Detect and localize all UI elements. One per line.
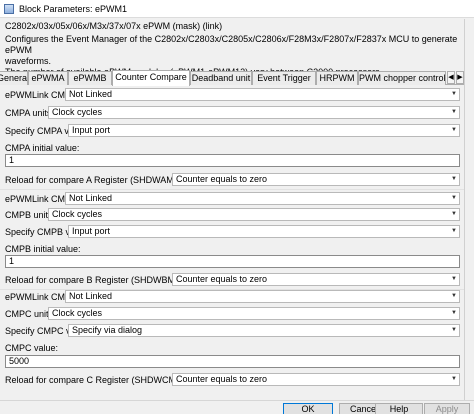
tab-epwmb[interactable]: ePWMB bbox=[68, 71, 112, 85]
tab-pwm-chopper-control[interactable]: PWM chopper control bbox=[358, 71, 446, 85]
tab-label: General bbox=[0, 73, 28, 83]
specify-cmpb-value: Input port bbox=[72, 226, 111, 236]
apply-button[interactable]: Apply bbox=[424, 403, 470, 414]
ok-button[interactable]: OK bbox=[283, 403, 333, 414]
reload-a-dropdown[interactable]: Counter equals to zero ▼ bbox=[172, 173, 460, 186]
cmpc-value-input[interactable]: 5000 bbox=[5, 355, 460, 368]
block-description: C2802x/03x/05x/06x/M3x/37x/07x ePWM (mas… bbox=[0, 19, 464, 77]
reload-c-dropdown[interactable]: Counter equals to zero ▼ bbox=[172, 373, 460, 386]
tab-event-trigger[interactable]: Event Trigger bbox=[252, 71, 316, 85]
specify-cmpc-dropdown[interactable]: Specify via dialog ▼ bbox=[68, 324, 460, 337]
tab-general[interactable]: General bbox=[0, 71, 28, 85]
chevron-down-icon: ▼ bbox=[451, 327, 457, 333]
cmpa-initial-label: CMPA initial value: bbox=[5, 143, 80, 153]
description-line-1: Configures the Event Manager of the C280… bbox=[5, 34, 458, 55]
chevron-down-icon: ▼ bbox=[451, 376, 457, 382]
cmpa-units-dropdown[interactable]: Clock cycles ▼ bbox=[48, 106, 460, 119]
chevron-down-icon: ▼ bbox=[451, 293, 457, 299]
help-button[interactable]: Help bbox=[375, 403, 423, 414]
reload-b-dropdown[interactable]: Counter equals to zero ▼ bbox=[172, 273, 460, 286]
reload-b-value: Counter equals to zero bbox=[176, 274, 268, 284]
reload-a-label: Reload for compare A Register (SHDWAMODE… bbox=[5, 175, 199, 185]
chevron-down-icon: ▼ bbox=[451, 109, 457, 115]
cmpc-units-value: Clock cycles bbox=[52, 308, 103, 318]
tab-epwma[interactable]: ePWMA bbox=[28, 71, 68, 85]
cmpc-units-dropdown[interactable]: Clock cycles ▼ bbox=[48, 307, 460, 320]
link-cmpc-value: Not Linked bbox=[69, 291, 113, 301]
chevron-down-icon: ▼ bbox=[451, 195, 457, 201]
tab-deadband-unit[interactable]: Deadband unit bbox=[190, 71, 252, 85]
chevron-down-icon: ▼ bbox=[451, 310, 457, 316]
cmpb-initial-input[interactable]: 1 bbox=[5, 255, 460, 268]
vertical-scrollbar[interactable] bbox=[464, 19, 474, 414]
tab-label: Counter Compare bbox=[115, 72, 187, 82]
specify-cmpa-dropdown[interactable]: Input port ▼ bbox=[68, 124, 460, 137]
tab-label: ePWMA bbox=[31, 73, 65, 83]
tab-label: Event Trigger bbox=[257, 73, 311, 83]
chevron-down-icon: ▼ bbox=[451, 211, 457, 217]
specify-cmpb-dropdown[interactable]: Input port ▼ bbox=[68, 225, 460, 238]
link-cmpa-dropdown[interactable]: Not Linked ▼ bbox=[65, 88, 460, 101]
window-title: Block Parameters: ePWM1 bbox=[19, 3, 128, 14]
description-line-2: waveforms. bbox=[5, 56, 52, 66]
reload-b-label: Reload for compare B Register (SHDWBMODE… bbox=[5, 275, 201, 285]
tab-label: Deadband unit bbox=[191, 73, 251, 83]
link-cmpb-dropdown[interactable]: Not Linked ▼ bbox=[65, 192, 460, 205]
chevron-down-icon: ▼ bbox=[451, 228, 457, 234]
tab-bar: General ePWMA ePWMB Counter Compare Dead… bbox=[0, 70, 464, 86]
cmpb-initial-label: CMPB initial value: bbox=[5, 244, 81, 254]
link-cmpb-value: Not Linked bbox=[69, 193, 113, 203]
cmpc-value-label: CMPC value: bbox=[5, 343, 59, 353]
tab-label: HRPWM bbox=[319, 73, 355, 83]
cmpb-units-dropdown[interactable]: Clock cycles ▼ bbox=[48, 208, 460, 221]
cmpa-initial-input[interactable]: 1 bbox=[5, 154, 460, 167]
link-cmpc-dropdown[interactable]: Not Linked ▼ bbox=[65, 290, 460, 303]
tab-counter-compare[interactable]: Counter Compare bbox=[112, 70, 190, 86]
title-bar: Block Parameters: ePWM1 bbox=[0, 0, 474, 18]
chevron-down-icon: ▼ bbox=[451, 276, 457, 282]
tab-hrpwm[interactable]: HRPWM bbox=[316, 71, 358, 85]
reload-c-value: Counter equals to zero bbox=[176, 374, 268, 384]
cmpb-units-value: Clock cycles bbox=[52, 209, 103, 219]
reload-a-value: Counter equals to zero bbox=[176, 174, 268, 184]
dialog-footer: OK Cancel Help Apply bbox=[0, 400, 474, 414]
tab-label: ePWMB bbox=[73, 73, 107, 83]
specify-cmpa-value: Input port bbox=[72, 125, 111, 135]
divider bbox=[0, 189, 464, 190]
cmpa-units-label: CMPA units: bbox=[5, 108, 54, 118]
tab-scroll-left-icon[interactable]: ◀ bbox=[447, 71, 455, 84]
cmpa-units-value: Clock cycles bbox=[52, 107, 103, 117]
link-cmpa-value: Not Linked bbox=[69, 89, 113, 99]
counter-compare-panel: ePWMLink CMPA Not Linked ▼ CMPA units: Cl… bbox=[0, 85, 464, 386]
specify-cmpc-value: Specify via dialog bbox=[72, 325, 143, 335]
tab-scroll-right-icon[interactable]: ▶ bbox=[456, 71, 464, 84]
block-type-label: C2802x/03x/05x/06x/M3x/37x/07x ePWM (mas… bbox=[5, 21, 223, 31]
chevron-down-icon: ▼ bbox=[451, 91, 457, 97]
block-parameters-icon bbox=[4, 3, 14, 14]
chevron-down-icon: ▼ bbox=[451, 176, 457, 182]
tab-label: PWM chopper control bbox=[359, 73, 446, 83]
chevron-down-icon: ▼ bbox=[451, 127, 457, 133]
